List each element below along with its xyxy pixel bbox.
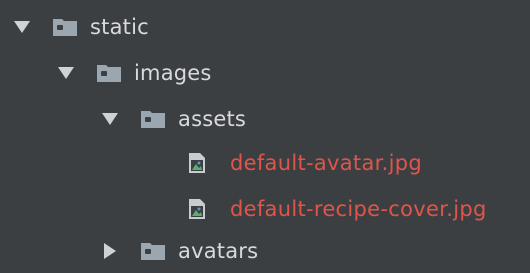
tree-item-default-recipe-cover[interactable]: default-recipe-cover.jpg (0, 187, 530, 231)
folder-icon (140, 109, 166, 129)
chevron-down-icon[interactable] (12, 17, 32, 37)
folder-icon (52, 17, 78, 37)
image-file-icon (188, 152, 206, 174)
tree-item-avatars[interactable]: avatars (0, 229, 530, 273)
tree-item-label: assets (178, 107, 247, 131)
folder-icon (140, 241, 166, 261)
folder-icon (96, 63, 122, 83)
chevron-down-icon[interactable] (100, 109, 120, 129)
project-tree: static images assets default-avatar.jpg … (0, 0, 530, 273)
tree-item-default-avatar[interactable]: default-avatar.jpg (0, 141, 530, 185)
chevron-right-icon[interactable] (100, 241, 120, 261)
tree-item-label: default-avatar.jpg (230, 151, 423, 175)
chevron-down-icon[interactable] (56, 63, 76, 83)
tree-item-label: static (90, 15, 149, 39)
tree-item-assets[interactable]: assets (0, 97, 530, 141)
tree-item-label: avatars (178, 239, 259, 263)
tree-item-label: default-recipe-cover.jpg (230, 197, 487, 221)
tree-item-static[interactable]: static (0, 5, 530, 49)
image-file-icon (188, 198, 206, 220)
tree-item-images[interactable]: images (0, 51, 530, 95)
tree-item-label: images (134, 61, 212, 85)
